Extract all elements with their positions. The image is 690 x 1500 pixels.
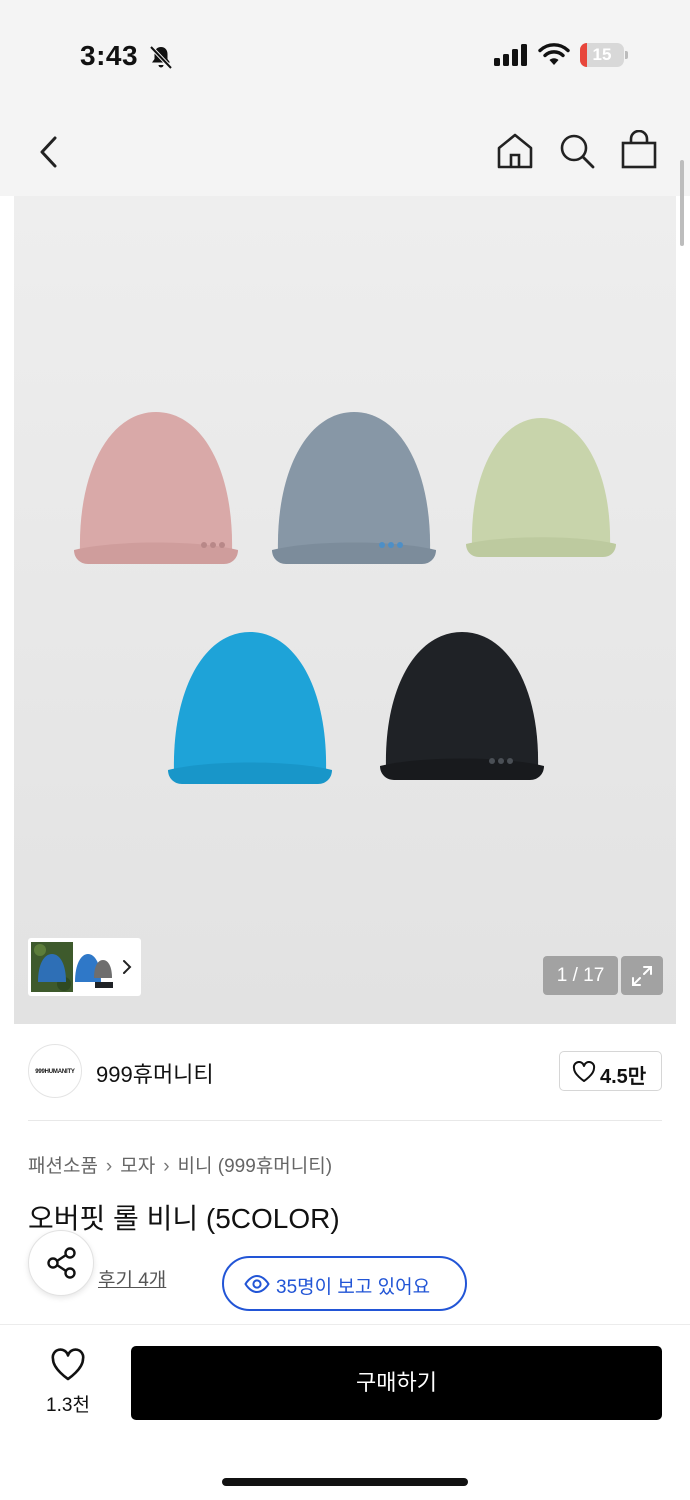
top-nav-bar: [0, 110, 690, 196]
chevron-right-icon: ›: [105, 1156, 113, 1177]
review-link[interactable]: 후기 4개: [98, 1265, 166, 1292]
beanie-gray: [272, 412, 436, 564]
status-time: 3:43: [80, 40, 139, 71]
battery-percent: 15: [592, 45, 612, 64]
back-icon[interactable]: [36, 134, 62, 170]
heart-icon: [51, 1348, 85, 1381]
image-counter: 1 / 17: [543, 956, 618, 995]
chevron-right-icon[interactable]: [121, 959, 133, 975]
breadcrumb-item-beanie[interactable]: 비니 (999휴머니티): [178, 1156, 333, 1177]
status-bar: 3:43 15: [0, 0, 690, 110]
bottom-divider: [0, 1324, 690, 1325]
beanie-green: [466, 418, 616, 557]
brand-row: 999HUMANITY 999휴머니티 4.5만: [28, 1044, 662, 1100]
share-icon: [47, 1247, 76, 1279]
expand-icon: [632, 966, 652, 986]
breadcrumb: 패션소품 › 모자 › 비니 (999휴머니티): [28, 1151, 332, 1178]
chevron-right-icon: ›: [163, 1156, 170, 1177]
brand-logo[interactable]: 999HUMANITY: [28, 1044, 82, 1098]
shopping-bag-icon[interactable]: [620, 130, 658, 170]
wifi-icon: [538, 43, 570, 65]
divider: [28, 1120, 662, 1121]
brand-like-button[interactable]: 4.5만: [559, 1051, 662, 1091]
thumbnail-strip[interactable]: [28, 938, 141, 996]
cellular-signal-icon: [494, 44, 527, 66]
scrollbar[interactable]: [680, 160, 684, 246]
buy-button[interactable]: 구매하기: [131, 1346, 662, 1420]
product-image-gallery[interactable]: 1 / 17: [14, 196, 676, 1024]
eye-icon: [244, 1274, 270, 1294]
beanie-pink: [74, 412, 238, 564]
product-title: 오버핏 롤 비니 (5COLOR): [28, 1203, 340, 1234]
brand-like-count: 4.5만: [600, 1066, 647, 1088]
expand-button[interactable]: [621, 956, 663, 995]
home-icon[interactable]: [496, 132, 534, 170]
home-indicator: [222, 1478, 468, 1486]
breadcrumb-item-hat[interactable]: 모자: [120, 1156, 155, 1177]
battery-indicator: 15: [580, 43, 628, 67]
search-icon[interactable]: [558, 132, 596, 170]
beanie-black: [380, 632, 544, 780]
viewers-badge[interactable]: 35명이 보고 있어요: [222, 1256, 467, 1311]
share-button[interactable]: [28, 1230, 94, 1296]
viewers-text: 35명이 보고 있어요: [276, 1277, 431, 1298]
wishlist-button[interactable]: 1.3천: [28, 1348, 108, 1418]
brand-name[interactable]: 999휴머니티: [96, 1057, 214, 1089]
breadcrumb-item-fashion[interactable]: 패션소품: [28, 1156, 98, 1177]
bell-muted-icon: [149, 45, 173, 70]
wishlist-count: 1.3천: [46, 1395, 90, 1416]
beanie-blue: [168, 632, 332, 784]
heart-icon: [572, 1061, 596, 1082]
